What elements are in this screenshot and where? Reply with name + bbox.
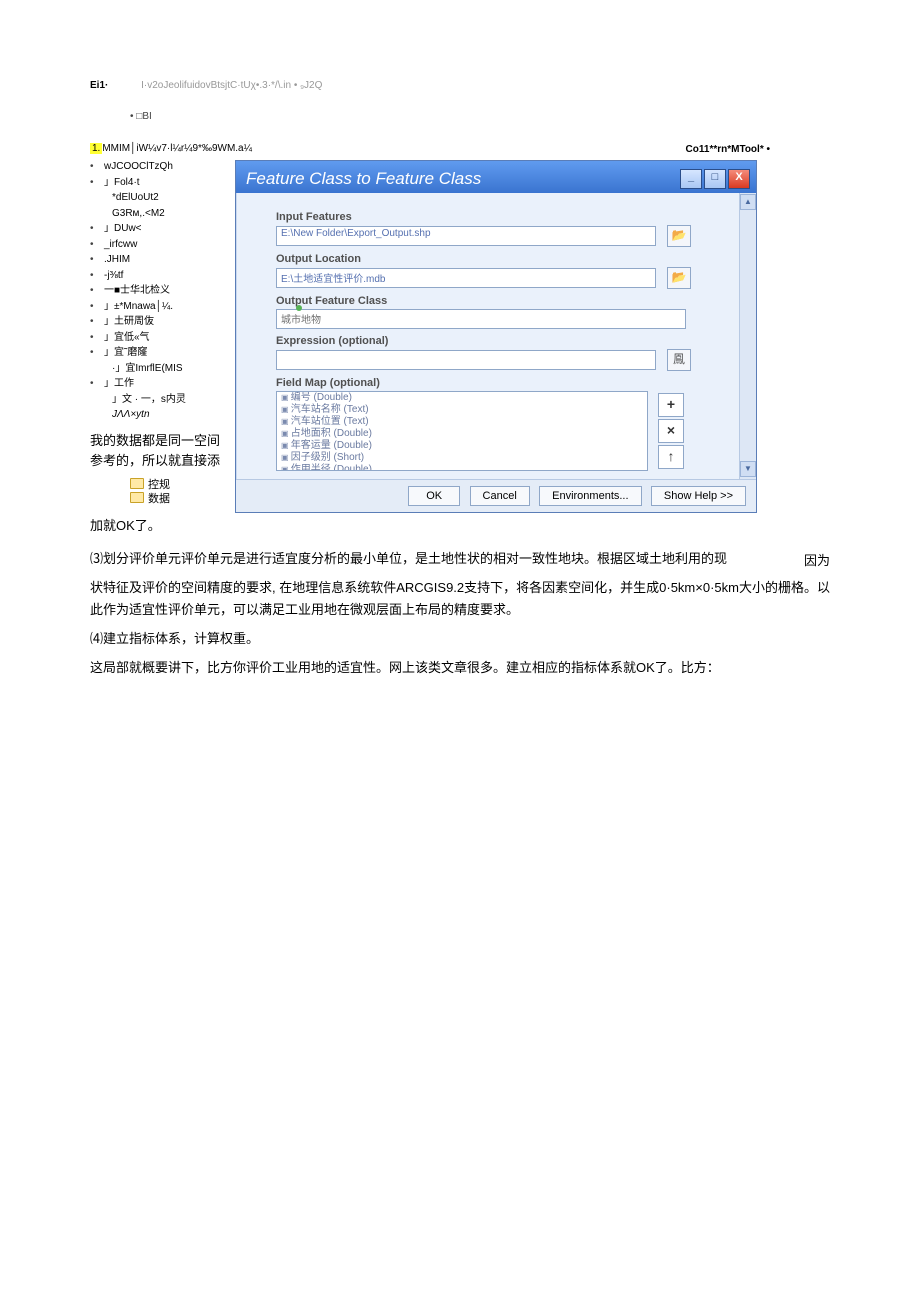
toc-header-right: Co11**rn*MTool* • <box>252 142 830 155</box>
output-location-field[interactable]: E:\土地适宜性评价.mdb <box>276 268 656 288</box>
toc-item: 」宜低«气 <box>90 331 225 346</box>
dialog-button-bar: OK Cancel Environments... Show Help >> <box>236 479 756 512</box>
add-field-button[interactable]: + <box>658 393 684 417</box>
folder-label: 数据 <box>148 493 170 505</box>
folder-icon <box>130 478 144 489</box>
header-line: Ei1· I·v2oJeolifuidovBtsjtC·tUχ•.3·*/\.i… <box>90 80 830 91</box>
toc-item: 」宜˜磨窿 <box>90 346 225 361</box>
titlebar: Feature Class to Feature Class _ □ X <box>236 161 756 193</box>
paragraph-5: 这局部就概要讲下，比方你评价工业用地的适宜性。网上该类文章很多。建立相应的指标体… <box>90 657 830 680</box>
expression-field[interactable] <box>276 350 656 370</box>
paragraph-4: ⑷建立指标体系，计算权重。 <box>90 628 830 651</box>
paragraph-3: ⑶划分评价单元评价单元是进行适宜度分析的最小单位，是土地性状的相对一致性地块。根… <box>90 551 727 566</box>
cancel-button[interactable]: Cancel <box>470 486 530 506</box>
move-up-button[interactable]: ↑ <box>658 445 684 469</box>
header-prefix: Ei1· <box>90 80 108 91</box>
ok-button[interactable]: OK <box>408 486 460 506</box>
folder-icon <box>130 492 144 503</box>
label-input-features: Input Features <box>276 211 731 223</box>
browse-input-icon[interactable]: 📂 <box>667 225 691 247</box>
toc-item: 一■士华北检义 <box>90 284 225 299</box>
side-paragraph-2: 加就OK了。 <box>90 518 161 533</box>
paragraph-3b: 状特征及评价的空间精度的要求, 在地理信息系统软件ARCGIS9.2支持下，将各… <box>90 577 830 623</box>
dialog-content: Input Features E:\New Folder\Export_Outp… <box>236 193 739 479</box>
toc-item: wJCOOClTzQh <box>90 160 225 175</box>
field-map-side-buttons: + × ↑ <box>658 391 684 471</box>
field-item[interactable]: 占地面积 (Double) <box>277 428 647 440</box>
input-features-field[interactable]: E:\New Folder\Export_Output.shp <box>276 226 656 246</box>
header-sub: □BI <box>130 111 830 122</box>
label-field-map: Field Map (optional) <box>276 377 731 389</box>
field-item[interactable]: 年客运量 (Double) <box>277 440 647 452</box>
toc-item: .JHIM <box>90 253 225 268</box>
folder-label: 控规 <box>148 479 170 491</box>
label-output-fc: Output Feature Class <box>276 295 731 307</box>
maximize-button[interactable]: □ <box>704 169 726 189</box>
toc-subitem: G3Rм,.<M2 <box>90 207 225 222</box>
browse-output-icon[interactable]: 📂 <box>667 267 691 289</box>
left-column: wJCOOClTzQh 」Fol4·t *dElUoUt2 G3Rм,.<M2 … <box>90 160 225 509</box>
dialog-window: Feature Class to Feature Class _ □ X Inp… <box>235 160 757 513</box>
field-item[interactable]: 作用半径 (Double) <box>277 464 647 471</box>
header-rest: I·v2oJeolifuidovBtsjtC·tUχ•.3·*/\.in • ₉… <box>141 80 322 91</box>
field-map-list[interactable]: 编号 (Double) 汽车站名称 (Text) 汽车站位置 (Text) 占地… <box>276 391 648 471</box>
toc-hl: 1. <box>90 143 102 154</box>
side-paragraph-1: 我的数据都是同一空间参考的，所以就直接添 <box>90 431 225 473</box>
label-expression: Expression (optional) <box>276 335 731 347</box>
toc-subitem: *dElUoUt2 <box>90 191 225 206</box>
toc-item: 」DUw< <box>90 222 225 237</box>
status-dot-icon <box>296 305 302 311</box>
minimize-button[interactable]: _ <box>680 169 702 189</box>
toc-subitem: 」文 · 一，s内灵 <box>90 393 225 408</box>
dialog-title: Feature Class to Feature Class <box>246 169 481 189</box>
toc-item: _irfcww <box>90 238 225 253</box>
field-item[interactable]: 汽车站位置 (Text) <box>277 416 647 428</box>
expression-builder-icon[interactable]: 鳯 <box>667 349 691 371</box>
dialog-scrollbar[interactable]: ▲ ▼ <box>739 193 756 479</box>
field-item[interactable]: 汽车站名称 (Text) <box>277 404 647 416</box>
scroll-down-icon[interactable]: ▼ <box>740 461 756 477</box>
toc-list: wJCOOClTzQh 」Fol4·t *dElUoUt2 G3Rм,.<M2 … <box>90 160 225 423</box>
body-text: 加就OK了。 <box>90 515 830 538</box>
show-help-button[interactable]: Show Help >> <box>651 486 746 506</box>
because-text: 因为 <box>804 550 830 573</box>
body-text: 因为 ⑶划分评价单元评价单元是进行适宜度分析的最小单位，是土地性状的相对一致性地… <box>90 548 830 571</box>
label-output-location: Output Location <box>276 253 731 265</box>
toc-item: 」工作 <box>90 377 225 392</box>
toc-subitem: JΛΛ×ytn <box>90 408 225 423</box>
output-fc-field[interactable]: 城市地物 <box>276 309 686 329</box>
toc-item: 」Fol4·t <box>90 176 225 191</box>
toc-item: 」土研周伖 <box>90 315 225 330</box>
field-item[interactable]: 编号 (Double) <box>277 392 647 404</box>
toc-item: 」±*Mnawa│¼. <box>90 300 225 315</box>
environments-button[interactable]: Environments... <box>539 486 641 506</box>
field-item[interactable]: 因子级别 (Short) <box>277 452 647 464</box>
close-button[interactable]: X <box>728 169 750 189</box>
toc-item: -j⅜tf <box>90 269 225 284</box>
folder-icons: 控规 数据 <box>130 478 225 507</box>
toc-subitem: ·」宜ImrflE(MIS <box>90 362 225 377</box>
scroll-up-icon[interactable]: ▲ <box>740 194 756 210</box>
remove-field-button[interactable]: × <box>658 419 684 443</box>
toc-header-left: 1.MMIM│iW¼v7·l¼r¼9*‰9WM.a¼ <box>90 142 252 156</box>
